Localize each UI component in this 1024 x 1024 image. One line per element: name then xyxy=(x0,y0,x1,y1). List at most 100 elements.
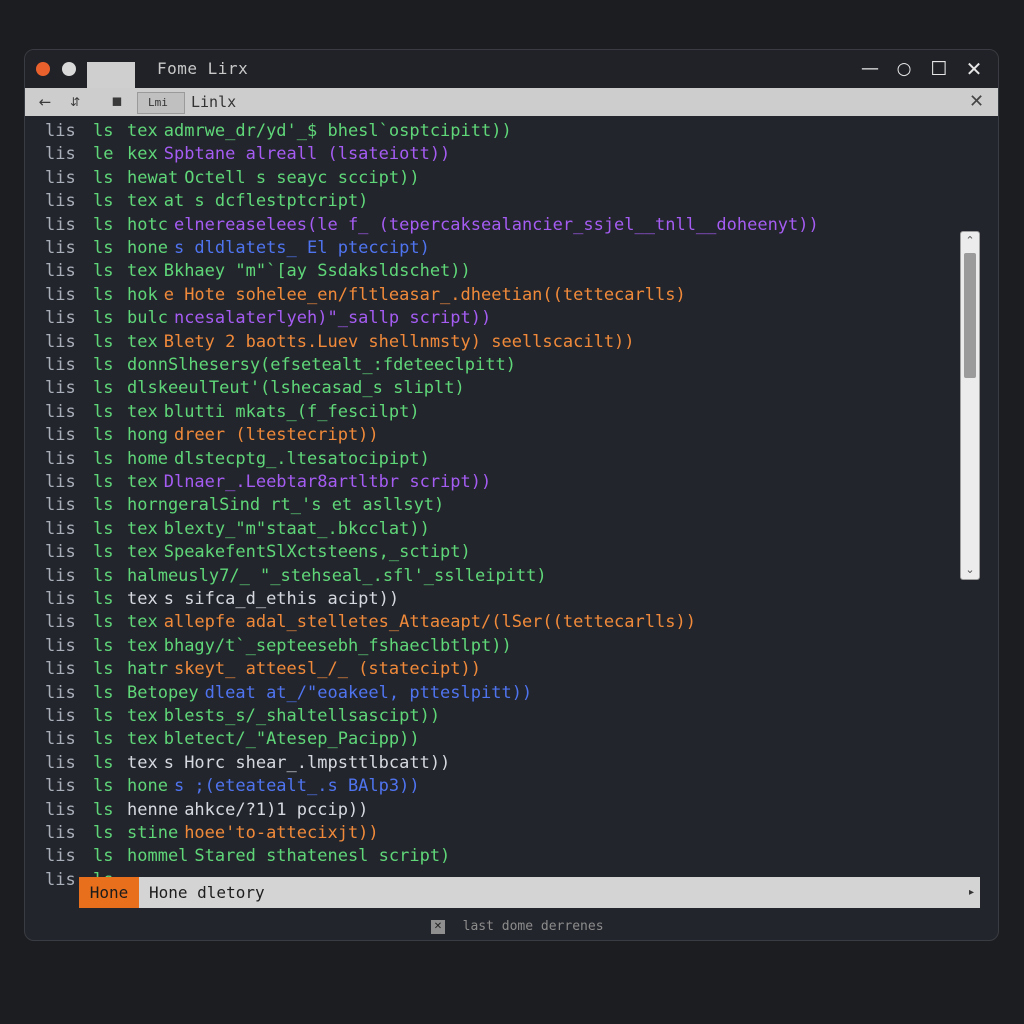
line-text: s sifca_d_ethis acipt)) xyxy=(163,589,400,609)
line-text: allepfe adal_stelletes_Attaeapt/(lSer((t… xyxy=(163,612,696,633)
line-argument: hatr xyxy=(127,659,168,680)
line-command: ls xyxy=(93,472,114,492)
line-command: ls xyxy=(93,214,114,235)
scroll-up-icon[interactable]: ⌃ xyxy=(961,232,979,250)
terminal-line: lis ls tex blexty_"m"staat_.bkcclat)) xyxy=(45,518,430,541)
line-prompt: lis xyxy=(45,191,76,212)
restore-icon[interactable]: ○ xyxy=(891,56,917,82)
line-prompt: lis xyxy=(45,144,76,165)
terminal-line: lis ls tex allepfe adal_stelletes_Attaeapt/… xyxy=(45,611,696,634)
line-argument: halmeusly7/_ "_stehseal_.sfl'_sslleipitt… xyxy=(127,565,547,586)
terminal-line: lis ls tex SpeakefentSlXctsteens,_sctipt) xyxy=(45,541,471,564)
status-arrow-icon[interactable]: ▸ xyxy=(969,877,974,908)
line-argument: hone xyxy=(127,776,168,797)
line-argument: kex xyxy=(127,144,158,165)
line-prompt: lis xyxy=(45,518,76,539)
toolbar-close-icon[interactable]: ✕ xyxy=(969,88,984,116)
sort-icon[interactable]: ⇵ xyxy=(65,88,85,116)
line-text: elnereaselees(le f_ (tepercaksealancier_… xyxy=(173,214,819,235)
line-prompt: lis xyxy=(45,776,76,797)
line-command: ls xyxy=(93,612,114,633)
line-text: blutti mkats_(f_fescilpt) xyxy=(163,401,420,422)
line-command: le xyxy=(93,144,114,165)
line-prompt: lis xyxy=(45,706,76,726)
line-argument: tex xyxy=(127,518,158,539)
line-argument: tex xyxy=(127,635,158,656)
line-argument: tex xyxy=(127,261,158,282)
line-command: ls xyxy=(93,706,114,726)
close-dot-icon[interactable] xyxy=(36,62,50,76)
terminal-line: lis ls tex at s dcflestptcript) xyxy=(45,190,368,213)
line-command: ls xyxy=(93,495,114,516)
line-argument: donnSlhesersy(efsetealt_:fdeteeclpitt) xyxy=(127,355,516,375)
line-command: ls xyxy=(93,448,114,469)
line-argument: hok xyxy=(127,284,158,305)
line-argument: dlskeeulTeut'(lshecasad_s sliplt) xyxy=(127,378,465,399)
terminal-line: lis ls hewat Octell s seayc sccipt)) xyxy=(45,167,420,190)
footer-close-icon[interactable]: ✕ xyxy=(431,919,445,934)
line-command: ls xyxy=(93,682,114,703)
line-prompt: lis xyxy=(45,214,76,235)
back-arrow-icon[interactable]: ← xyxy=(35,88,55,116)
minimize-dot-icon[interactable] xyxy=(62,62,76,76)
status-bar: Hone Hone dletory ▸ xyxy=(79,877,980,908)
line-text: blexty_"m"staat_.bkcclat)) xyxy=(163,518,430,539)
line-prompt: lis xyxy=(45,823,76,843)
line-command: ls xyxy=(93,635,114,656)
line-argument: tex xyxy=(127,706,158,726)
terminal-line: lis ls stine hoee'to-attecixjt)) xyxy=(45,822,379,845)
window-title: Fome Lirx xyxy=(157,59,249,78)
line-command: ls xyxy=(93,401,114,422)
line-command: ls xyxy=(93,729,114,750)
line-argument: hone xyxy=(127,238,168,258)
view-icon[interactable]: ◼ xyxy=(107,88,127,116)
line-text: blests_s/_shaltellsascipt)) xyxy=(163,706,441,726)
line-command: ls xyxy=(93,331,114,352)
scroll-thumb[interactable] xyxy=(964,253,976,378)
line-text: s ;(eteatealt_.s BAlp3)) xyxy=(173,776,420,797)
line-command: ls xyxy=(93,589,114,609)
line-text: at s dcflestptcript) xyxy=(163,191,369,212)
location-label: Linlx xyxy=(191,93,237,111)
line-command: ls xyxy=(93,378,114,399)
terminal-line: lis ls hok e Hote sohelee_en/fltleasar_.dhe… xyxy=(45,284,686,307)
line-prompt: lis xyxy=(45,167,76,188)
line-text: skeyt_ atteesl_/_ (statecipt)) xyxy=(173,659,481,680)
line-argument: hong xyxy=(127,425,168,446)
close-icon[interactable]: ✕ xyxy=(961,56,987,82)
line-command: ls xyxy=(93,167,114,188)
line-command: ls xyxy=(93,284,114,305)
line-command: ls xyxy=(93,191,114,212)
status-tag[interactable]: Hone xyxy=(79,877,139,908)
line-prompt: lis xyxy=(45,401,76,422)
terminal-line: lis le kex Spbtane alreall (lsateiott)) xyxy=(45,143,450,166)
line-argument: home xyxy=(127,448,168,469)
terminal-line: lis ls hong dreer (ltestecript)) xyxy=(45,424,379,447)
minimize-icon[interactable]: — xyxy=(857,56,883,82)
terminal-line: lis ls tex blests_s/_shaltellsascipt)) xyxy=(45,705,440,728)
line-command: ls xyxy=(93,776,114,797)
line-argument: tex xyxy=(127,331,158,352)
line-argument: tex xyxy=(127,729,158,750)
title-bar[interactable]: Fome Lirx — ○ ☐ ✕ xyxy=(25,50,998,106)
line-text: Dlnaer_.Leebtar8artltbr script)) xyxy=(163,472,492,492)
line-command: ls xyxy=(93,823,114,843)
line-prompt: lis xyxy=(45,261,76,282)
terminal-output[interactable]: lis ls tex admrwe_dr/yd'_$ bhesl`osptcipitt… xyxy=(25,116,998,886)
line-text: dleat at_/"eoakeel, ptteslpitt)) xyxy=(204,682,533,703)
line-prompt: lis xyxy=(45,238,76,258)
maximize-icon[interactable]: ☐ xyxy=(926,56,952,82)
terminal-line: lis ls tex s Horc shear_.lmpsttlbcatt)) xyxy=(45,752,450,775)
line-text: dreer (ltestecript)) xyxy=(173,425,379,446)
terminal-line: lis ls Betopey dleat at_/"eoakeel, ptteslpi… xyxy=(45,682,532,705)
line-argument: horngeralSind rt_'s et asllsyt) xyxy=(127,495,445,516)
terminal-line: lis ls halmeusly7/_ "_stehseal_.sfl'_sslle… xyxy=(45,565,553,588)
line-prompt: lis xyxy=(45,355,76,375)
tab-button[interactable]: Lmi xyxy=(137,92,185,114)
terminal-line: lis ls hommel Stared sthatenesl script) xyxy=(45,845,450,868)
line-prompt: lis xyxy=(45,425,76,446)
line-text: Blety 2 baotts.Luev shellnmsty) seellsca… xyxy=(163,331,635,352)
scroll-down-icon[interactable]: ⌄ xyxy=(961,561,979,579)
vertical-scrollbar[interactable]: ⌃ ⌄ xyxy=(960,231,980,580)
line-command: ls xyxy=(93,238,114,258)
